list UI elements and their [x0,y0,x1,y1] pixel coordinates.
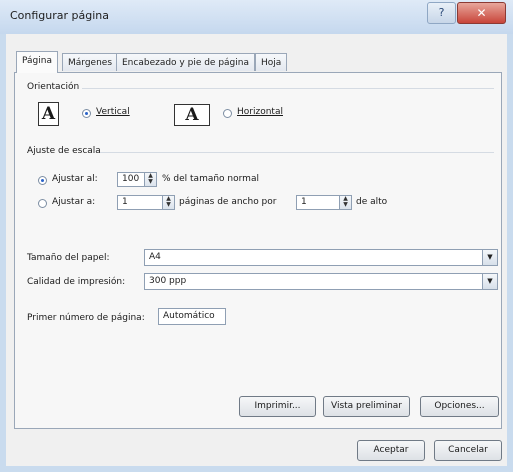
close-button[interactable]: ✕ [457,2,506,24]
horizontal-radio[interactable] [223,109,232,118]
tab-margenes[interactable]: Márgenes [62,53,119,71]
first-page-number-input[interactable]: Automático [158,308,226,325]
print-quality-label: Calidad de impresión: [27,277,126,287]
adjust-percent-input[interactable]: 100 [117,172,145,187]
fit-radio[interactable] [38,199,47,208]
horizontal-label[interactable]: Horizontal [237,107,283,117]
help-icon: ? [438,6,445,19]
orientation-divider [82,88,494,89]
paper-size-select[interactable]: A4 ▼ [144,249,498,266]
print-preview-button[interactable]: Vista preliminar [323,396,410,417]
fit-tall-input[interactable]: 1 [296,195,340,210]
fit-label[interactable]: Ajustar a: [52,197,95,207]
adjust-suffix: % del tamaño normal [162,174,259,184]
close-icon: ✕ [476,6,487,20]
help-button[interactable]: ? [427,2,456,24]
tab-pagina[interactable]: Página [16,51,58,73]
adjust-percent-spinner[interactable]: ▲ ▼ [145,172,157,187]
tab-encabezado[interactable]: Encabezado y pie de página [116,53,255,71]
landscape-page-icon: A [174,104,210,126]
cancel-button[interactable]: Cancelar [434,440,502,461]
vertical-label[interactable]: Vertical [96,107,130,117]
first-page-number-label: Primer número de página: [27,313,145,323]
options-button[interactable]: Opciones... [420,396,499,417]
dialog-title: Configurar página [10,9,110,22]
paper-size-label: Tamaño del papel: [27,253,110,263]
portrait-page-icon: A [38,102,59,126]
chevron-down-icon[interactable]: ▼ [482,274,497,289]
fit-tall-spinner[interactable]: ▲ ▼ [340,195,352,210]
adjust-label[interactable]: Ajustar al: [52,174,98,184]
fit-wide-input[interactable]: 1 [117,195,163,210]
page-setup-dialog: Configurar página ? ✕ Página Márgenes En… [0,0,513,472]
orientation-heading: Orientación [27,82,80,92]
fit-wide-spinner[interactable]: ▲ ▼ [163,195,175,210]
chevron-down-icon[interactable]: ▼ [482,250,497,265]
tab-hoja[interactable]: Hoja [255,53,288,71]
vertical-radio[interactable] [82,109,91,118]
fit-middle-label: páginas de ancho por [179,197,277,207]
print-quality-value: 300 ppp [149,276,187,286]
title-bar: Configurar página ? ✕ [0,0,513,34]
scale-heading: Ajuste de escala [27,146,101,156]
print-button[interactable]: Imprimir... [239,396,316,417]
fit-suffix-label: de alto [356,197,388,207]
print-quality-select[interactable]: 300 ppp ▼ [144,273,498,290]
scale-divider [100,152,494,153]
adjust-radio[interactable] [38,176,47,185]
accept-button[interactable]: Aceptar [357,440,425,461]
paper-size-value: A4 [149,252,161,262]
